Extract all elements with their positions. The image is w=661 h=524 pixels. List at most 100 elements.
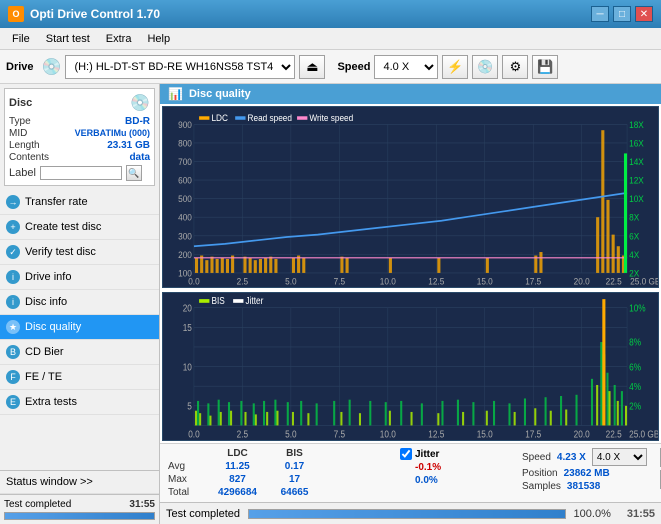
svg-text:12.5: 12.5 xyxy=(428,429,444,440)
content-area: 📊 Disc quality xyxy=(160,84,661,524)
jitter-checkbox[interactable] xyxy=(400,448,412,460)
svg-text:10X: 10X xyxy=(629,194,644,205)
svg-text:7.5: 7.5 xyxy=(334,276,346,287)
disc-panel-header: Disc 💿 xyxy=(9,93,150,113)
nav-verify-test-disc-label: Verify test disc xyxy=(25,246,96,258)
stats-total-row: Total 4296684 64665 xyxy=(168,487,388,498)
menu-file[interactable]: File xyxy=(4,31,38,47)
fe-te-icon: F xyxy=(6,370,20,384)
disc-label-input[interactable] xyxy=(40,166,122,180)
nav-cd-bier[interactable]: B CD Bier xyxy=(0,340,159,365)
nav-create-test-disc-label: Create test disc xyxy=(25,221,101,233)
eject-button[interactable]: ⏏ xyxy=(299,55,325,79)
svg-text:300: 300 xyxy=(178,231,192,242)
svg-text:10%: 10% xyxy=(629,303,645,314)
nav-extra-tests-label: Extra tests xyxy=(25,396,77,408)
bottom-chart: 20 15 10 5 10% 8% 6% 4% 2% xyxy=(162,292,659,441)
bottom-status-bar: Test completed 100.0% 31:55 xyxy=(160,502,661,524)
svg-text:17.5: 17.5 xyxy=(525,276,541,287)
speed-select[interactable]: 4.0 X 8.0 X 2.0 X xyxy=(374,55,438,79)
close-button[interactable]: ✕ xyxy=(635,6,653,22)
nav-disc-info[interactable]: i Disc info xyxy=(0,290,159,315)
svg-text:4X: 4X xyxy=(629,249,639,260)
nav-fe-te[interactable]: F FE / TE xyxy=(0,365,159,390)
nav-cd-bier-label: CD Bier xyxy=(25,346,64,358)
avg-bis: 0.17 xyxy=(267,461,322,472)
nav-drive-info[interactable]: i Drive info xyxy=(0,265,159,290)
disc-icon: 💿 xyxy=(130,93,150,113)
quality-title: Disc quality xyxy=(189,88,251,100)
disc-type-value: BD-R xyxy=(125,116,150,127)
nav-transfer-rate[interactable]: → Transfer rate xyxy=(0,190,159,215)
settings-button[interactable]: ⚙ xyxy=(502,55,528,79)
svg-text:2.5: 2.5 xyxy=(237,429,248,440)
jitter-avg-row: -0.1% xyxy=(415,462,510,473)
speed-dropdown[interactable]: 4.0 X xyxy=(592,448,647,466)
max-jitter: 0.0% xyxy=(415,475,438,486)
status-window-button[interactable]: Status window >> xyxy=(0,470,159,494)
svg-text:Jitter: Jitter xyxy=(246,295,264,306)
speed-current: 4.23 X xyxy=(557,452,586,463)
minimize-button[interactable]: ─ xyxy=(591,6,609,22)
drive-select[interactable]: (H:) HL-DT-ST BD-RE WH16NS58 TST4 xyxy=(65,55,295,79)
samples-value: 381538 xyxy=(567,481,600,492)
menu-bar: File Start test Extra Help xyxy=(0,28,661,50)
svg-text:20: 20 xyxy=(183,303,192,314)
speed-icon-button[interactable]: ⚡ xyxy=(442,55,468,79)
disc-button[interactable]: 💿 xyxy=(472,55,498,79)
disc-mid-label: MID xyxy=(9,128,27,139)
position-label: Position xyxy=(522,468,558,479)
status-window-label: Status window >> xyxy=(6,476,93,488)
svg-text:7.5: 7.5 xyxy=(334,429,345,440)
svg-text:10.0: 10.0 xyxy=(380,276,396,287)
svg-text:0.0: 0.0 xyxy=(188,429,199,440)
total-bis: 64665 xyxy=(267,487,322,498)
disc-mid-value: VERBATIMu (000) xyxy=(75,128,150,139)
nav-drive-info-label: Drive info xyxy=(25,271,71,283)
svg-text:10: 10 xyxy=(183,361,192,372)
sidebar-status-area: Test completed 31:55 xyxy=(0,494,159,524)
stats-avg-row: Avg 11.25 0.17 xyxy=(168,461,388,472)
menu-help[interactable]: Help xyxy=(139,31,178,47)
nav-fe-te-label: FE / TE xyxy=(25,371,62,383)
nav-extra-tests[interactable]: E Extra tests xyxy=(0,390,159,415)
status-text: Test completed xyxy=(4,499,71,510)
samples-label: Samples xyxy=(522,481,561,492)
total-label: Total xyxy=(168,487,208,498)
jitter-label: Jitter xyxy=(415,449,439,460)
bottom-status-text: Test completed xyxy=(166,508,240,520)
samples-row: Samples 381538 xyxy=(522,481,652,492)
menu-extra[interactable]: Extra xyxy=(98,31,140,47)
svg-text:15.0: 15.0 xyxy=(477,429,493,440)
maximize-button[interactable]: □ xyxy=(613,6,631,22)
bottom-status-time: 31:55 xyxy=(627,508,655,520)
disc-label-button[interactable]: 🔍 xyxy=(126,165,142,181)
bottom-status-percent: 100.0% xyxy=(574,508,611,520)
svg-text:25.0 GB: 25.0 GB xyxy=(630,276,658,287)
position-value: 23862 MB xyxy=(564,468,610,479)
main-area: Disc 💿 Type BD-R MID VERBATIMu (000) Len… xyxy=(0,84,661,524)
sidebar: Disc 💿 Type BD-R MID VERBATIMu (000) Len… xyxy=(0,84,160,524)
nav-disc-quality[interactable]: ★ Disc quality xyxy=(0,315,159,340)
jitter-stats: Jitter -0.1% 0.0% xyxy=(400,448,510,486)
disc-length-row: Length 23.31 GB xyxy=(9,140,150,151)
save-button[interactable]: 💾 xyxy=(532,55,558,79)
svg-text:16X: 16X xyxy=(629,138,644,149)
bottom-progress-fill xyxy=(249,510,565,518)
svg-text:4%: 4% xyxy=(629,381,641,392)
menu-start-test[interactable]: Start test xyxy=(38,31,98,47)
svg-text:15: 15 xyxy=(183,322,192,333)
disc-contents-row: Contents data xyxy=(9,152,150,163)
stats-max-row: Max 827 17 xyxy=(168,474,388,485)
nav-verify-test-disc[interactable]: ✓ Verify test disc xyxy=(0,240,159,265)
svg-text:22.5: 22.5 xyxy=(606,429,622,440)
stats-header-row: LDC BIS xyxy=(168,448,388,459)
svg-text:25.0 GB: 25.0 GB xyxy=(629,429,658,440)
drive-label: Drive xyxy=(6,61,34,73)
stats-empty xyxy=(168,448,208,459)
stats-table: LDC BIS Avg 11.25 0.17 Max 827 17 Tota xyxy=(168,448,388,498)
nav-create-test-disc[interactable]: + Create test disc xyxy=(0,215,159,240)
nav-transfer-rate-label: Transfer rate xyxy=(25,196,88,208)
disc-panel: Disc 💿 Type BD-R MID VERBATIMu (000) Len… xyxy=(4,88,155,186)
nav-disc-info-label: Disc info xyxy=(25,296,67,308)
